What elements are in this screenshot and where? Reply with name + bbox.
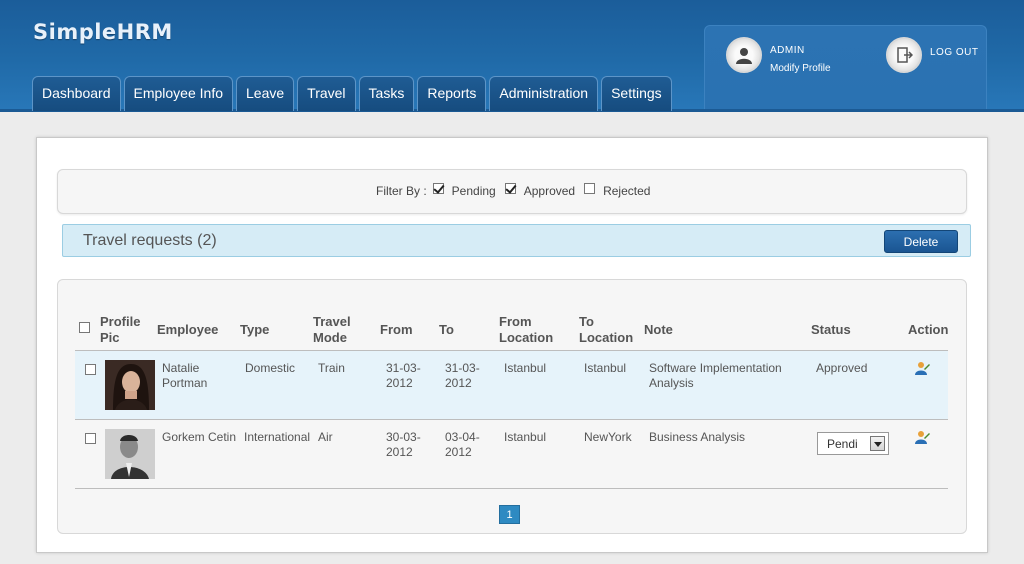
tab-travel[interactable]: Travel: [297, 76, 356, 111]
col-header-from: From: [380, 322, 413, 337]
main-nav: Dashboard Employee Info Leave Travel Tas…: [32, 76, 675, 111]
profile-photo: [105, 429, 155, 479]
col-header-from-location: From Location: [499, 314, 554, 345]
tab-employee-info[interactable]: Employee Info: [123, 76, 233, 111]
user-profile-icon[interactable]: [726, 37, 762, 73]
col-header-action: Action: [908, 322, 949, 337]
cell-status: Approved: [816, 361, 868, 375]
cell-from-location: Istanbul: [504, 361, 547, 375]
user-name: ADMIN: [770, 45, 805, 56]
cell-to-location: Istanbul: [584, 361, 627, 375]
select-all-checkbox[interactable]: [79, 322, 90, 333]
filter-pending-checkbox[interactable]: [432, 182, 444, 194]
user-panel: ADMIN Modify Profile LOG OUT: [704, 25, 987, 109]
cell-type: Domestic: [245, 361, 296, 375]
cell-from: 31-03-2012: [386, 361, 421, 390]
cell-note: Business Analysis: [649, 430, 746, 444]
filter-bar: Filter By : Pending Approved Rejected: [57, 169, 967, 214]
col-header-profile-pic: Profile Pic: [100, 314, 141, 345]
cell-note: Software Implementation Analysis: [649, 361, 782, 390]
col-header-note: Note: [644, 322, 673, 337]
chevron-down-icon[interactable]: [870, 436, 885, 451]
col-header-to-location: To Location: [579, 314, 634, 345]
tab-reports[interactable]: Reports: [417, 76, 487, 111]
cell-travel-mode: Train: [318, 361, 345, 375]
filter-approved-checkbox[interactable]: [504, 182, 516, 194]
tab-leave[interactable]: Leave: [236, 76, 295, 111]
filter-approved-label: Approved: [523, 184, 576, 198]
col-header-travel-mode: Travel Mode: [313, 314, 351, 345]
main-panel: Filter By : Pending Approved Rejected Tr…: [36, 137, 988, 553]
col-header-type: Type: [240, 322, 270, 337]
row-divider: [75, 419, 948, 420]
tab-administration[interactable]: Administration: [489, 76, 599, 111]
cell-to: 31-03-2012: [445, 361, 480, 390]
col-header-status: Status: [811, 322, 851, 337]
logout-link[interactable]: LOG OUT: [930, 47, 979, 58]
row-checkbox[interactable]: [85, 433, 96, 444]
row-checkbox[interactable]: [85, 364, 96, 375]
status-select-value: Pendi: [827, 437, 858, 451]
cell-to-location: NewYork: [584, 430, 632, 444]
section-title-bar: Travel requests (2) Delete: [62, 224, 971, 257]
col-header-employee: Employee: [157, 322, 219, 337]
filter-pending-label: Pending: [451, 184, 496, 198]
pagination-page-1[interactable]: 1: [499, 505, 520, 524]
row-divider: [75, 488, 948, 489]
modify-profile-link[interactable]: Modify Profile: [770, 63, 831, 74]
cell-from: 30-03-2012: [386, 430, 421, 459]
logout-icon[interactable]: [886, 37, 922, 73]
section-title: Travel requests (2): [83, 232, 217, 249]
tab-settings[interactable]: Settings: [601, 76, 672, 111]
app-header: SimpleHRM Dashboard Employee Info Leave …: [0, 0, 1024, 112]
cell-type: International: [244, 430, 311, 444]
tab-dashboard[interactable]: Dashboard: [32, 76, 121, 111]
cell-employee: Natalie Portman: [162, 361, 208, 390]
status-select[interactable]: Pendi: [817, 432, 889, 455]
profile-photo: [105, 360, 155, 410]
app-logo: SimpleHRM: [33, 20, 173, 44]
delete-button[interactable]: Delete: [884, 230, 958, 253]
cell-employee: Gorkem Cetin: [162, 430, 237, 444]
filter-rejected-label: Rejected: [603, 184, 651, 198]
col-header-to: To: [439, 322, 454, 337]
edit-user-icon[interactable]: [914, 429, 930, 445]
tab-tasks[interactable]: Tasks: [358, 76, 415, 111]
travel-requests-table: Profile Pic Employee Type Travel Mode Fr…: [57, 279, 967, 534]
cell-to: 03-04-2012: [445, 430, 480, 459]
filter-label: Filter By :: [376, 184, 427, 198]
cell-from-location: Istanbul: [504, 430, 547, 444]
filter-rejected-checkbox[interactable]: [584, 182, 596, 194]
cell-travel-mode: Air: [318, 430, 333, 444]
edit-user-icon[interactable]: [914, 360, 930, 376]
